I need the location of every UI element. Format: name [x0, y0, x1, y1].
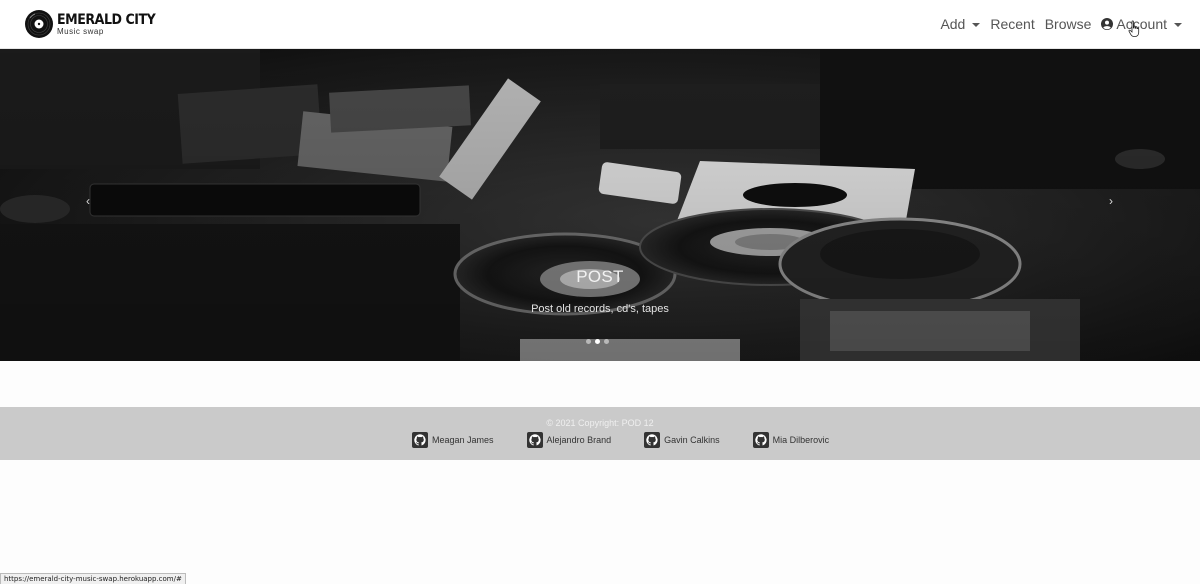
- carousel-indicator-1[interactable]: [586, 339, 591, 344]
- navbar: EMERALD CITY Music swap Add Recent Brows…: [0, 0, 1200, 49]
- contributor-link-gavin-calkins[interactable]: Gavin Calkins: [644, 432, 720, 448]
- hero-carousel: ‹ › POST Post old records, cd's, tapes: [0, 49, 1200, 361]
- brand-text: EMERALD CITY Music swap: [57, 13, 166, 36]
- carousel-indicators: [586, 339, 609, 344]
- github-icon: [412, 432, 428, 448]
- nav-add-dropdown[interactable]: Add: [940, 16, 981, 32]
- contributor-name: Mia Dilberovic: [772, 435, 830, 445]
- carousel-caption-title: POST: [576, 267, 624, 286]
- nav-menu: Add Recent Browse Account: [930, 0, 1182, 48]
- nav-recent-link[interactable]: Recent: [990, 16, 1034, 32]
- nav-recent-label: Recent: [990, 16, 1035, 32]
- nav-add-label: Add: [940, 16, 966, 32]
- contributor-name: Alejandro Brand: [546, 435, 612, 445]
- contributor-name: Gavin Calkins: [664, 435, 720, 445]
- github-icon: [644, 432, 661, 448]
- vinyl-record-icon: [25, 10, 53, 38]
- nav-account-label: Account: [1116, 16, 1167, 32]
- brand-title: EMERALD CITY: [57, 11, 156, 28]
- user-circle-icon: [1101, 18, 1114, 30]
- footer: © 2021 Copyright: POD 12 Meagan James Al…: [0, 407, 1200, 460]
- contributor-link-meagan-james[interactable]: Meagan James: [412, 432, 494, 448]
- nav-browse-label: Browse: [1044, 16, 1092, 32]
- contributor-name: Meagan James: [432, 435, 494, 445]
- browser-status-url: https://emerald-city-music-swap.herokuap…: [0, 573, 186, 584]
- caret-down-icon: [1174, 22, 1182, 27]
- hand-pointer-cursor-icon: [1128, 20, 1140, 37]
- caret-down-icon: [972, 22, 981, 27]
- nav-account-dropdown[interactable]: Account: [1101, 16, 1182, 32]
- brand-logo-link[interactable]: EMERALD CITY Music swap: [24, 9, 166, 39]
- brand-subtitle: Music swap: [57, 26, 104, 36]
- contributor-link-mia-dilberovic[interactable]: Mia Dilberovic: [752, 432, 830, 448]
- footer-copyright: © 2021 Copyright: POD 12: [546, 418, 654, 428]
- nav-browse-link[interactable]: Browse: [1045, 16, 1092, 32]
- carousel-next-button[interactable]: ›: [1101, 189, 1121, 213]
- contributor-link-alejandro-brand[interactable]: Alejandro Brand: [526, 432, 612, 448]
- carousel-caption-text: Post old records, cd's, tapes: [531, 303, 669, 315]
- carousel-prev-button[interactable]: ‹: [78, 189, 98, 213]
- carousel-indicator-2[interactable]: [595, 339, 600, 344]
- github-icon: [526, 432, 543, 448]
- carousel-indicator-3[interactable]: [604, 339, 609, 344]
- github-icon: [752, 432, 769, 448]
- contributor-links: Meagan James Alejandro Brand Gavin Calki…: [412, 431, 862, 449]
